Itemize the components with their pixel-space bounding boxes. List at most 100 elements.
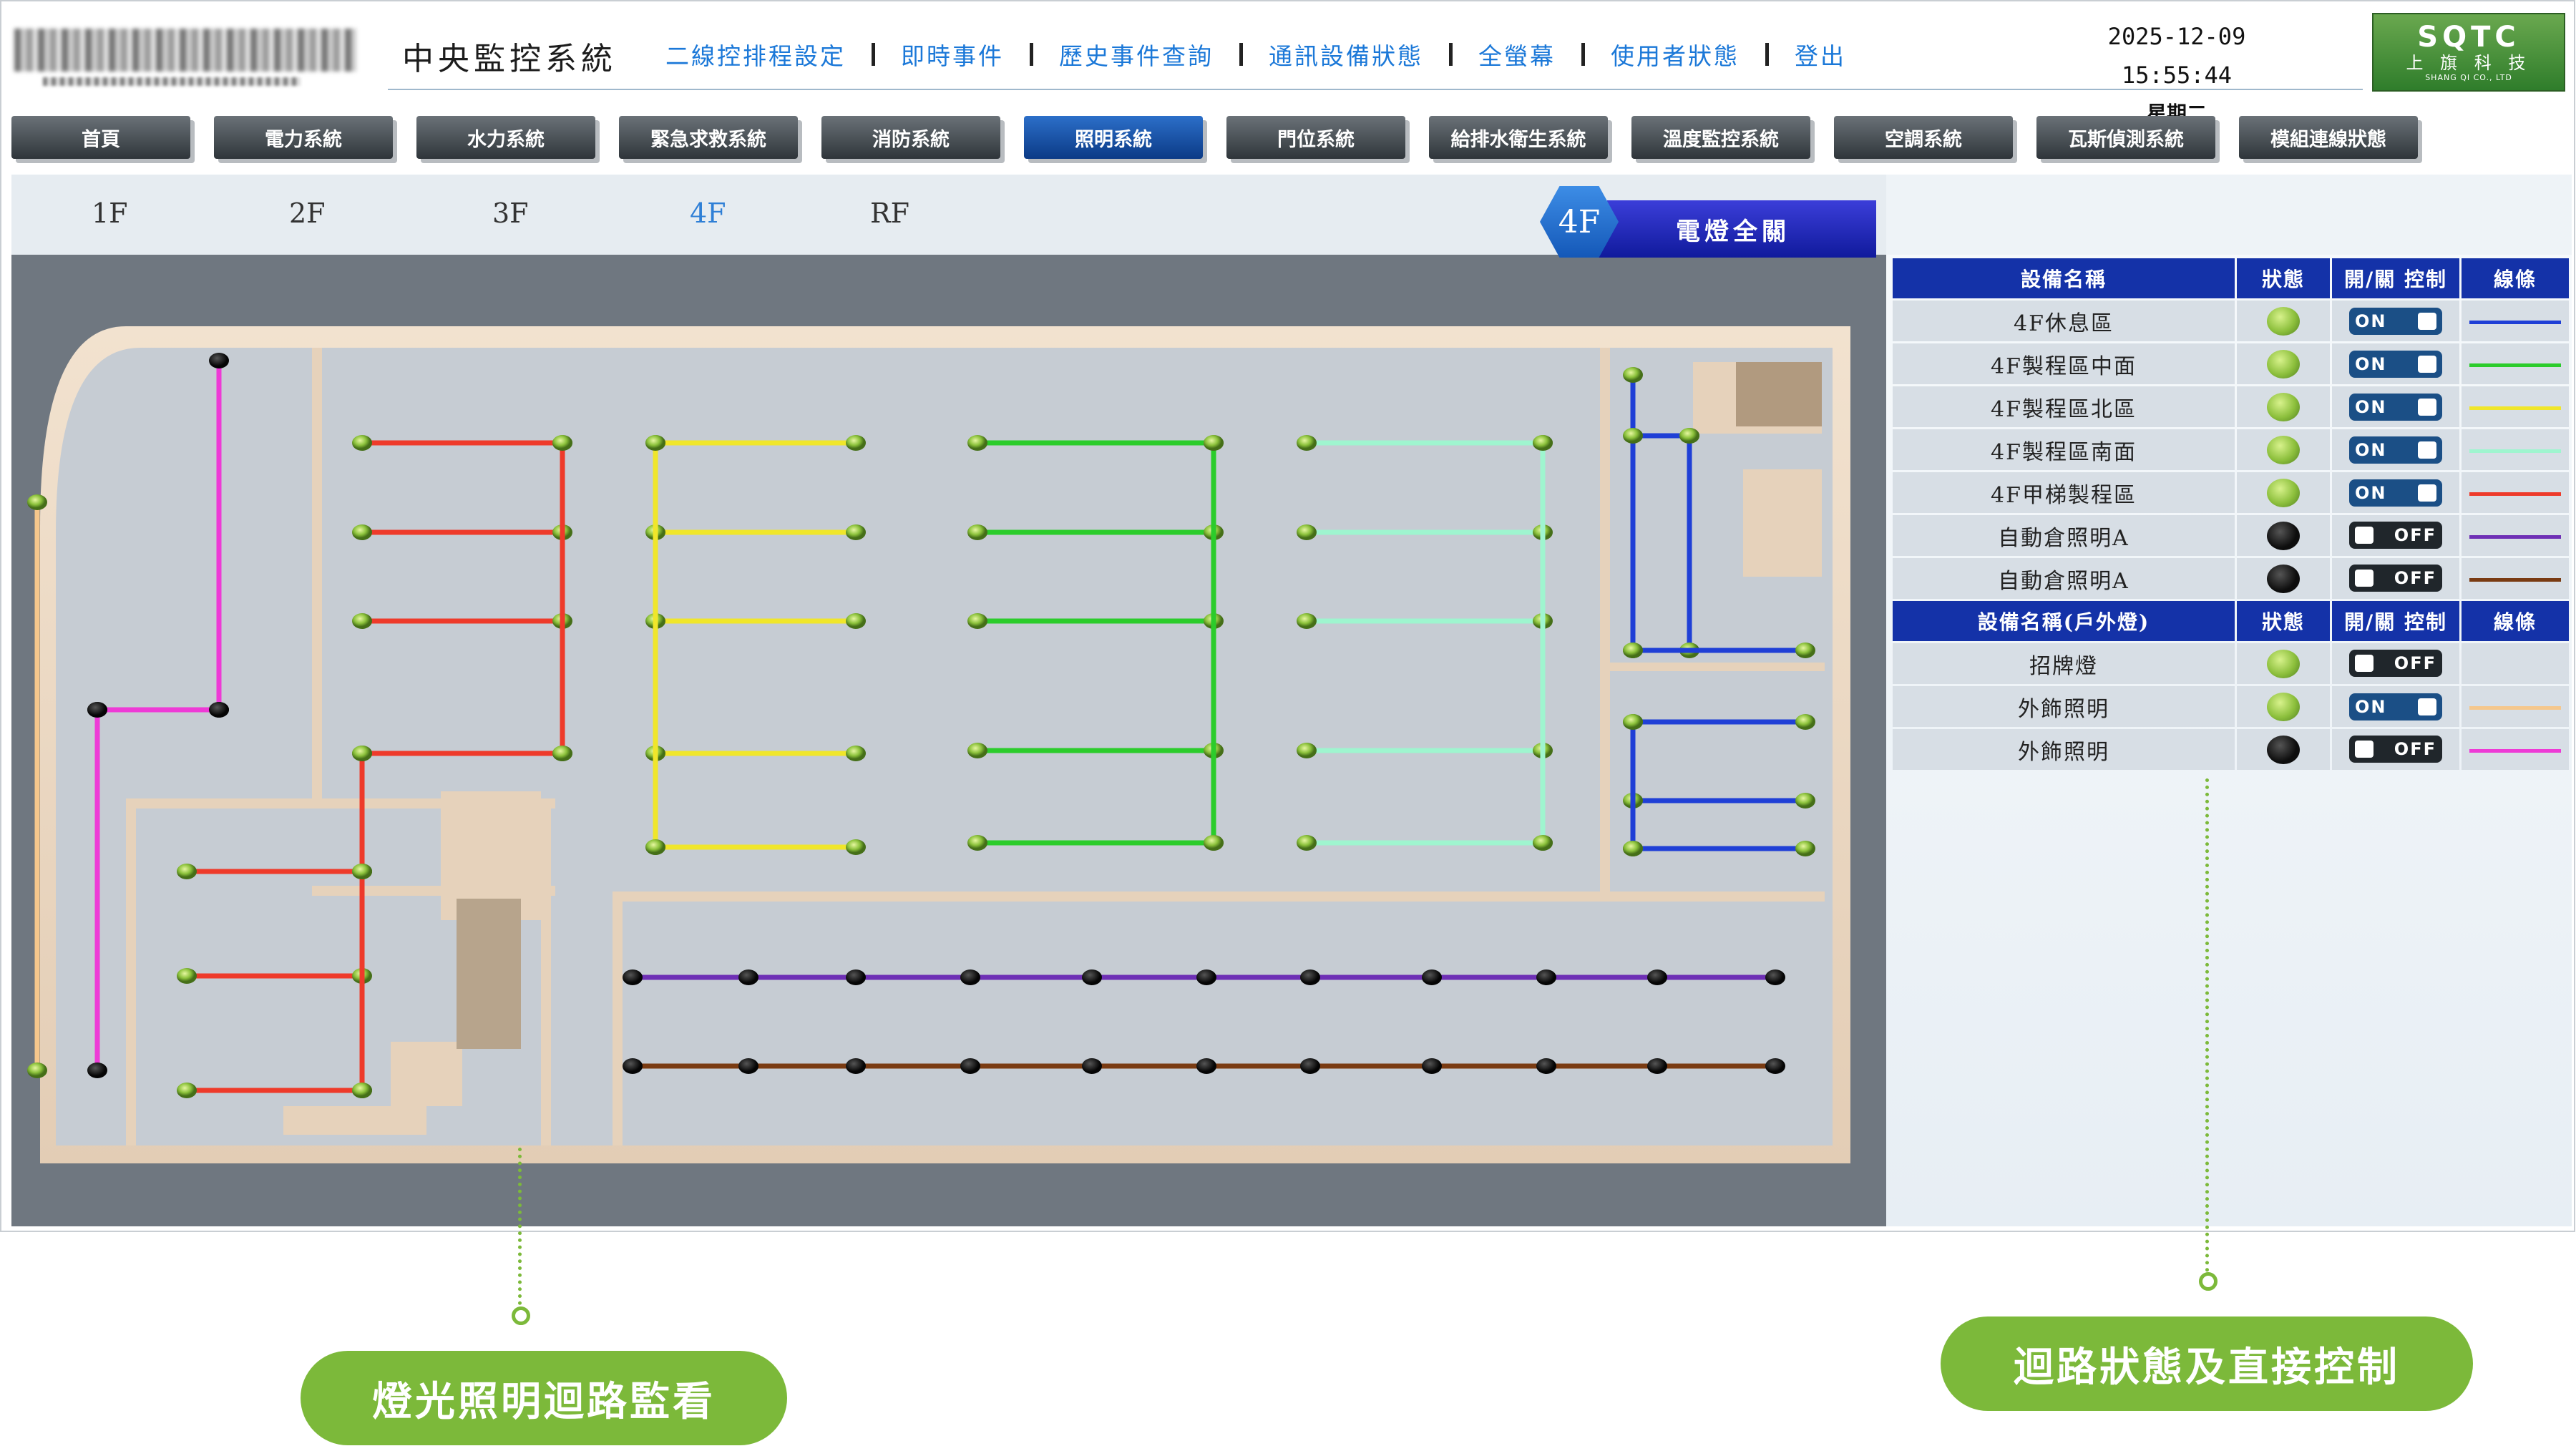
lamp-off-marker[interactable]: [1196, 969, 1216, 985]
lamp-on-marker[interactable]: [846, 839, 866, 855]
lamp-off-marker[interactable]: [846, 969, 866, 985]
lamp-on-marker[interactable]: [1297, 524, 1317, 540]
lamp-on-marker[interactable]: [1623, 367, 1643, 383]
lamp-on-marker[interactable]: [177, 968, 197, 984]
lamp-off-marker[interactable]: [209, 702, 229, 718]
lamp-on-marker[interactable]: [1297, 743, 1317, 758]
lamp-on-marker[interactable]: [1795, 643, 1815, 658]
lamp-off-marker[interactable]: [1422, 969, 1442, 985]
lamp-off-marker[interactable]: [1765, 969, 1785, 985]
lamp-off-marker[interactable]: [623, 1058, 643, 1074]
lamp-on-marker[interactable]: [1795, 793, 1815, 809]
power-toggle[interactable]: ON: [2349, 393, 2442, 421]
lamp-on-marker[interactable]: [552, 435, 572, 451]
lamp-on-marker[interactable]: [1533, 435, 1553, 451]
power-toggle[interactable]: ON: [2349, 436, 2442, 464]
lamp-off-marker[interactable]: [1536, 1058, 1556, 1074]
lamp-on-marker[interactable]: [177, 864, 197, 879]
lamp-on-marker[interactable]: [645, 435, 665, 451]
system-tab[interactable]: 緊急求救系統: [619, 116, 798, 159]
system-tab[interactable]: 空調系統: [1834, 116, 2013, 159]
floor-tab[interactable]: 4F: [690, 197, 726, 229]
power-toggle[interactable]: ON: [2349, 479, 2442, 507]
lamp-on-marker[interactable]: [846, 524, 866, 540]
system-tab[interactable]: 門位系統: [1226, 116, 1405, 159]
floor-tab[interactable]: 1F: [92, 197, 128, 229]
lamp-on-marker[interactable]: [352, 1083, 372, 1098]
lamp-off-marker[interactable]: [846, 1058, 866, 1074]
lamp-on-marker[interactable]: [27, 494, 47, 510]
lamp-on-marker[interactable]: [1623, 714, 1643, 730]
nav-realtime-events[interactable]: 即時事件: [901, 37, 1004, 72]
lamp-on-marker[interactable]: [967, 613, 987, 629]
lamp-on-marker[interactable]: [846, 613, 866, 629]
power-toggle[interactable]: OFF: [2349, 522, 2442, 549]
lamp-on-marker[interactable]: [352, 435, 372, 451]
floor-tab[interactable]: 2F: [289, 197, 326, 229]
nav-device-status[interactable]: 通訊設備狀態: [1269, 37, 1423, 72]
system-tab[interactable]: 瓦斯偵測系統: [2036, 116, 2215, 159]
power-toggle[interactable]: ON: [2349, 693, 2442, 720]
floor-tab[interactable]: 3F: [492, 197, 529, 229]
system-tab[interactable]: 溫度監控系統: [1631, 116, 1810, 159]
lamp-off-marker[interactable]: [1300, 969, 1320, 985]
lamp-on-marker[interactable]: [1204, 835, 1224, 851]
lamp-off-marker[interactable]: [1082, 969, 1102, 985]
lamp-on-marker[interactable]: [352, 864, 372, 879]
lamp-off-marker[interactable]: [87, 1062, 107, 1078]
lamp-on-marker[interactable]: [1297, 835, 1317, 851]
lamp-on-marker[interactable]: [1623, 643, 1643, 658]
nav-history-query[interactable]: 歷史事件查詢: [1059, 37, 1214, 72]
lamp-on-marker[interactable]: [177, 1083, 197, 1098]
lamp-off-marker[interactable]: [1422, 1058, 1442, 1074]
system-tab[interactable]: 電力系統: [214, 116, 393, 159]
power-toggle[interactable]: OFF: [2349, 565, 2442, 592]
lamp-off-marker[interactable]: [960, 1058, 980, 1074]
system-tab[interactable]: 模組連線狀態: [2239, 116, 2418, 159]
lamp-on-marker[interactable]: [846, 435, 866, 451]
lamp-on-marker[interactable]: [645, 839, 665, 855]
lamp-on-marker[interactable]: [1795, 841, 1815, 856]
lamp-on-marker[interactable]: [27, 1062, 47, 1078]
lamp-on-marker[interactable]: [1623, 841, 1643, 856]
nav-fullscreen[interactable]: 全螢幕: [1478, 37, 1556, 72]
lamp-off-marker[interactable]: [209, 353, 229, 368]
lamp-on-marker[interactable]: [352, 613, 372, 629]
lamp-on-marker[interactable]: [967, 435, 987, 451]
all-lights-off-button[interactable]: 電燈全關: [1590, 200, 1876, 258]
nav-user-status[interactable]: 使用者狀態: [1611, 37, 1740, 72]
power-toggle[interactable]: OFF: [2349, 736, 2442, 763]
lamp-off-marker[interactable]: [1647, 969, 1667, 985]
lamp-off-marker[interactable]: [738, 1058, 758, 1074]
lamp-off-marker[interactable]: [1196, 1058, 1216, 1074]
lamp-off-marker[interactable]: [738, 969, 758, 985]
lamp-off-marker[interactable]: [1765, 1058, 1785, 1074]
lamp-off-marker[interactable]: [87, 702, 107, 718]
lamp-on-marker[interactable]: [967, 835, 987, 851]
power-toggle[interactable]: ON: [2349, 307, 2442, 335]
nav-logout[interactable]: 登出: [1795, 37, 1846, 72]
lamp-off-marker[interactable]: [1300, 1058, 1320, 1074]
lamp-on-marker[interactable]: [1297, 613, 1317, 629]
system-tab[interactable]: 照明系統: [1024, 116, 1203, 159]
lamp-on-marker[interactable]: [1795, 714, 1815, 730]
system-tab[interactable]: 給排水衛生系統: [1429, 116, 1608, 159]
power-toggle[interactable]: ON: [2349, 350, 2442, 378]
lamp-on-marker[interactable]: [352, 524, 372, 540]
lamp-off-marker[interactable]: [1082, 1058, 1102, 1074]
lamp-off-marker[interactable]: [1536, 969, 1556, 985]
lamp-on-marker[interactable]: [967, 743, 987, 758]
lamp-off-marker[interactable]: [1647, 1058, 1667, 1074]
floor-tab[interactable]: RF: [870, 197, 909, 229]
lamp-on-marker[interactable]: [1297, 435, 1317, 451]
lamp-on-marker[interactable]: [352, 746, 372, 761]
lamp-off-marker[interactable]: [623, 969, 643, 985]
power-toggle[interactable]: OFF: [2349, 650, 2442, 677]
system-tab[interactable]: 消防系統: [821, 116, 1000, 159]
lamp-on-marker[interactable]: [1533, 835, 1553, 851]
system-tab[interactable]: 水力系統: [416, 116, 595, 159]
lamp-on-marker[interactable]: [846, 746, 866, 761]
lamp-on-marker[interactable]: [1204, 435, 1224, 451]
lamp-on-marker[interactable]: [552, 746, 572, 761]
nav-schedule-setting[interactable]: 二線控排程設定: [665, 37, 846, 72]
